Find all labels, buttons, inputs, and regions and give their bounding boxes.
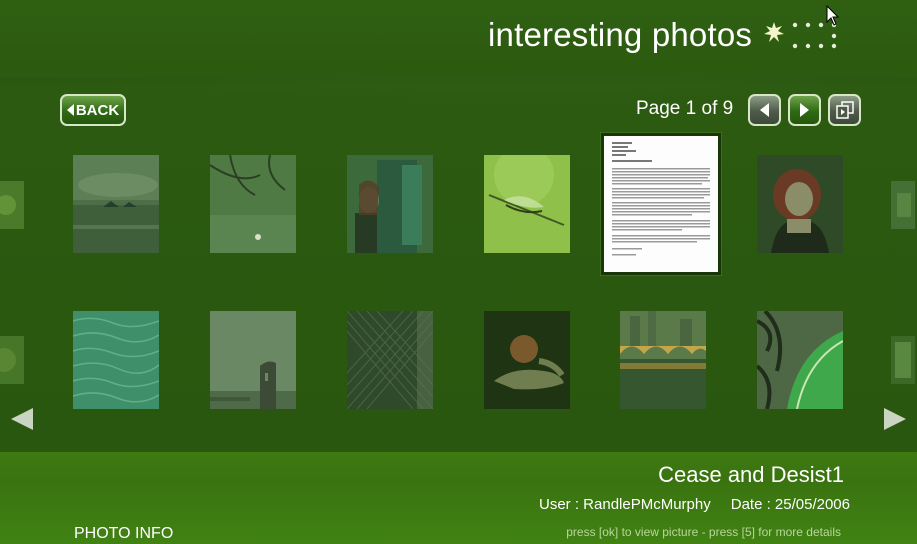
photo-thumbnail-dragonfly[interactable] [484, 155, 570, 253]
back-arrow-icon [66, 104, 74, 116]
photo-thumbnail-zebra-leaf[interactable] [757, 311, 843, 409]
photo-thumbnail-bridge-reflection[interactable] [620, 311, 706, 409]
dragonfly-image [484, 155, 570, 253]
selected-photo-title: Cease and Desist1 [658, 462, 844, 487]
bridge-reflection-image [620, 311, 706, 409]
seascape-image [73, 155, 159, 253]
offscreen-thumbnail-right [891, 181, 915, 229]
photo-thumbnail-seascape[interactable] [73, 155, 159, 253]
back-button-label: BACK [75, 101, 120, 119]
girl-doorway-image [347, 155, 433, 253]
scroll-left-icon[interactable] [11, 408, 33, 430]
offscreen-thumbnail-left [0, 181, 24, 229]
photo-thumbnail-girl-doorway[interactable] [347, 155, 433, 253]
slideshow-icon [835, 101, 854, 119]
offscreen-thumbnail-right-2 [891, 336, 915, 384]
zebra-leaf-image [757, 311, 843, 409]
photo-thumbnail-tree-branch[interactable] [210, 155, 296, 253]
chainlink-fence-image [347, 311, 433, 409]
water-ripples-image [73, 311, 159, 409]
selected-photo-meta: User : RandlePMcMurphy Date : 25/05/2006 [539, 496, 850, 513]
remote-hint: press [ok] to view picture - press [5] f… [566, 525, 841, 539]
photo-thumbnail-water-ripples[interactable] [73, 311, 159, 409]
photo-user: User : RandlePMcMurphy [539, 496, 711, 513]
scroll-right-icon[interactable] [884, 408, 906, 430]
photo-thumbnail-hand-holding-egg[interactable] [484, 311, 570, 409]
previous-page-button[interactable] [748, 94, 781, 126]
page-indicator: Page 1 of 9 [636, 98, 734, 119]
tree-branch-image [210, 155, 296, 253]
mouse-pointer-icon [826, 5, 840, 26]
ruined-tower-image [210, 311, 296, 409]
photo-thumbnail-red-haired-woman[interactable] [757, 155, 843, 253]
photo-date: Date : 25/05/2006 [730, 496, 850, 513]
offscreen-thumbnail-left-2 [0, 336, 24, 384]
photo-thumbnail-ruined-tower[interactable] [210, 311, 296, 409]
triangle-right-icon [800, 103, 809, 117]
back-button[interactable]: BACK [60, 94, 126, 126]
slideshow-button[interactable] [828, 94, 861, 126]
photo-thumbnail-document-selected[interactable] [601, 133, 721, 275]
page-title: interesting photos [488, 16, 753, 53]
next-page-button[interactable] [788, 94, 821, 126]
photo-thumbnail-chainlink-fence[interactable] [347, 311, 433, 409]
photo-info-label[interactable]: PHOTO INFO [74, 525, 173, 543]
red-haired-woman-image [757, 155, 843, 253]
hand-egg-image [484, 311, 570, 409]
document-image [604, 136, 718, 272]
triangle-left-icon [760, 103, 769, 117]
